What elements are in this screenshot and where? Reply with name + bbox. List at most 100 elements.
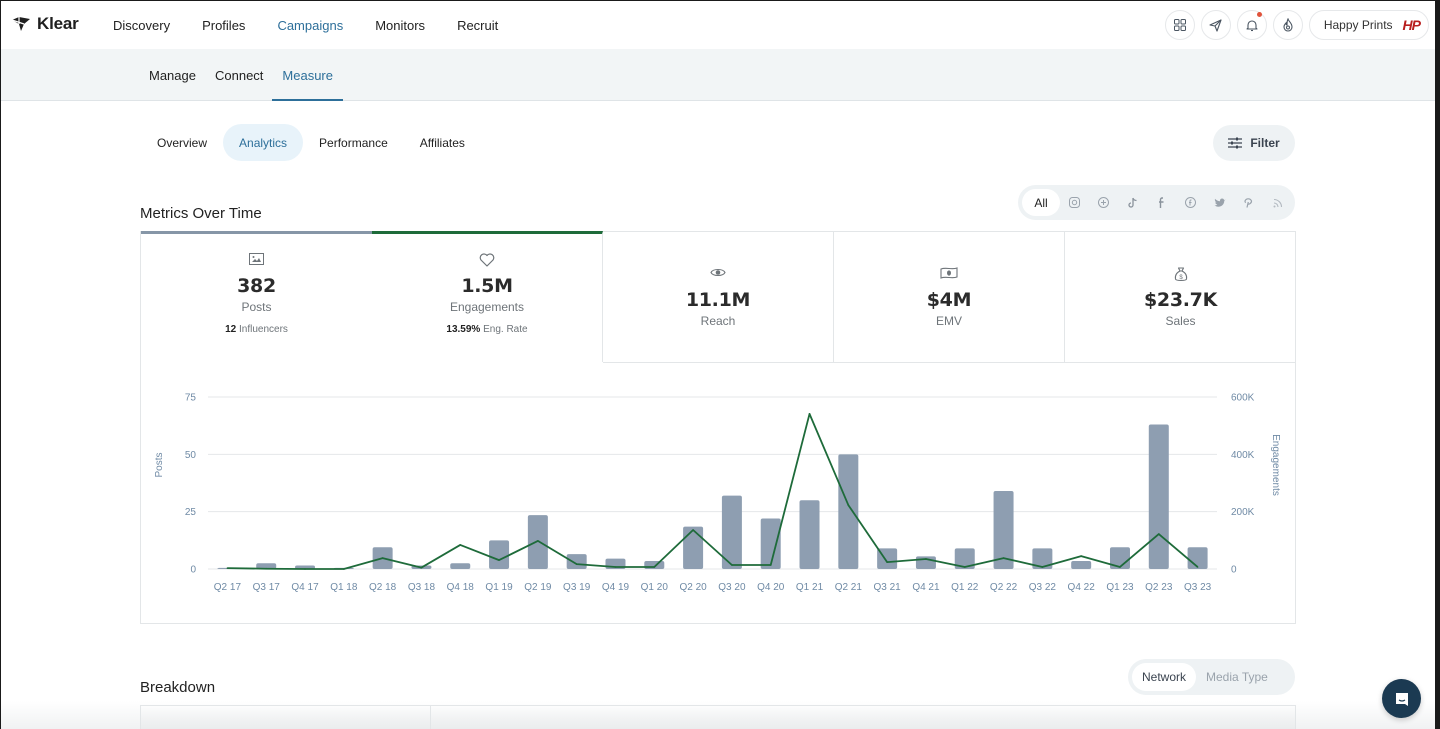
metric-emv[interactable]: $4M EMV: [834, 232, 1065, 363]
nav-discovery[interactable]: Discovery: [113, 18, 170, 33]
point-engagements[interactable]: [692, 529, 694, 531]
x-tick-label: Q4 21: [912, 582, 940, 593]
point-engagements[interactable]: [847, 504, 850, 506]
network-instagram[interactable]: [1060, 189, 1089, 216]
point-engagements[interactable]: [343, 568, 345, 570]
point-engagements[interactable]: [614, 566, 617, 568]
x-tick-label: Q1 21: [796, 582, 824, 593]
point-engagements[interactable]: [963, 566, 966, 568]
x-tick-label: Q3 22: [1029, 582, 1057, 593]
facebook-icon: [1159, 197, 1164, 208]
tab-overview[interactable]: Overview: [141, 124, 223, 161]
bar-posts[interactable]: [683, 526, 704, 569]
bar-posts[interactable]: [566, 554, 587, 569]
tab-affiliates[interactable]: Affiliates: [404, 124, 481, 161]
point-engagements[interactable]: [420, 566, 423, 569]
metric-engagements-sub: 13.59% Eng. Rate: [372, 324, 602, 335]
account-logo: HP: [1402, 17, 1421, 33]
point-engagements[interactable]: [1196, 566, 1199, 568]
nav-profiles[interactable]: Profiles: [202, 18, 245, 33]
metrics-card: 382 Posts 12 Influencers 1.5M Engagement…: [140, 231, 1296, 624]
threads-icon: [1098, 197, 1109, 208]
point-engagements[interactable]: [731, 564, 733, 566]
x-tick-label: Q2 23: [1145, 582, 1173, 593]
bar-posts[interactable]: [838, 454, 859, 569]
point-engagements[interactable]: [575, 563, 578, 565]
point-engagements[interactable]: [459, 544, 462, 546]
metric-sales-label: Sales: [1165, 314, 1196, 328]
metric-posts[interactable]: 382 Posts 12 Influencers: [141, 231, 372, 362]
metric-reach-value: 11.1M: [685, 289, 751, 311]
point-engagements[interactable]: [886, 561, 888, 563]
point-engagements[interactable]: [381, 557, 384, 559]
x-tick-label: Q4 22: [1068, 582, 1096, 593]
x-tick-label: Q4 18: [447, 582, 475, 593]
point-engagements[interactable]: [498, 559, 500, 561]
point-engagements[interactable]: [226, 567, 229, 569]
filter-button[interactable]: Filter: [1213, 125, 1295, 161]
subnav-manage[interactable]: Manage: [149, 49, 196, 101]
point-engagements[interactable]: [925, 558, 927, 560]
account-switcher[interactable]: Happy Prints HP: [1308, 10, 1429, 40]
x-tick-label: Q3 20: [718, 582, 746, 593]
network-twitter[interactable]: [1205, 189, 1234, 216]
point-engagements[interactable]: [265, 567, 268, 570]
klear-logo[interactable]: Klear: [11, 14, 79, 34]
point-engagements[interactable]: [769, 564, 772, 566]
bar-posts[interactable]: [1187, 547, 1208, 569]
x-tick-label: Q2 22: [990, 582, 1018, 593]
metric-engagements[interactable]: 1.5M Engagements 13.59% Eng. Rate: [372, 231, 603, 362]
point-engagements[interactable]: [1002, 557, 1005, 559]
point-engagements[interactable]: [304, 568, 306, 570]
metric-reach[interactable]: 11.1M Reach: [603, 232, 834, 363]
metrics-chart: 0 25 50 75 0 200K 400K 600K Q2 17 Q3 17 Q4 17 Q1 …: [141, 363, 1295, 623]
nav-campaigns[interactable]: Campaigns: [277, 18, 343, 33]
top-right-actions: Happy Prints HP: [1164, 10, 1429, 40]
network-facebook[interactable]: [1147, 189, 1176, 216]
activity-button[interactable]: [1272, 10, 1303, 40]
x-tick-label: Q3 17: [253, 582, 281, 593]
bar-posts[interactable]: [1071, 560, 1092, 569]
apps-button[interactable]: [1164, 10, 1195, 40]
eye-icon: [710, 268, 726, 277]
subnav-connect[interactable]: Connect: [215, 49, 263, 101]
network-blog[interactable]: [1263, 189, 1292, 216]
influencer-label: Influencers: [238, 324, 288, 335]
point-engagements[interactable]: [1080, 555, 1082, 557]
send-button[interactable]: [1200, 10, 1231, 40]
subnav-measure[interactable]: Measure: [272, 49, 343, 101]
metric-engagements-label: Engagements: [449, 300, 525, 314]
influencer-count: 12: [225, 324, 237, 335]
network-filter: All: [1018, 185, 1295, 220]
network-facebook-page[interactable]: [1176, 189, 1205, 216]
bar-posts[interactable]: [799, 500, 820, 569]
metrics-over-time-title: Metrics Over Time: [140, 205, 262, 222]
bar-posts[interactable]: [489, 540, 510, 569]
point-engagements[interactable]: [1119, 566, 1121, 568]
point-engagements[interactable]: [1041, 566, 1044, 568]
point-engagements[interactable]: [808, 413, 811, 415]
eng-rate-value: 13.59%: [446, 324, 481, 335]
nav-monitors[interactable]: Monitors: [375, 18, 425, 33]
x-tick-label: Q2 21: [835, 582, 863, 593]
chat-support-button[interactable]: [1382, 679, 1421, 718]
bar-posts[interactable]: [527, 515, 548, 569]
bar-posts[interactable]: [1148, 424, 1169, 569]
point-engagements[interactable]: [537, 540, 539, 542]
metric-sales[interactable]: $ $23.7K Sales: [1065, 232, 1296, 363]
network-pinterest[interactable]: [1234, 189, 1263, 216]
network-threads[interactable]: [1089, 189, 1118, 216]
x-tick-label: Q1 18: [330, 582, 358, 593]
network-tiktok[interactable]: [1118, 189, 1147, 216]
point-engagements[interactable]: [653, 566, 656, 568]
bar-posts[interactable]: [450, 563, 471, 569]
tab-analytics[interactable]: Analytics: [223, 124, 304, 161]
nav-recruit[interactable]: Recruit: [457, 18, 498, 33]
breakdown-network[interactable]: Network: [1132, 663, 1197, 691]
network-all[interactable]: All: [1022, 189, 1060, 216]
notifications-button[interactable]: [1236, 10, 1267, 40]
point-engagements[interactable]: [1157, 533, 1160, 535]
tab-performance[interactable]: Performance: [303, 124, 404, 161]
eng-rate-label: Eng. Rate: [483, 324, 528, 335]
breakdown-media-type[interactable]: Media Type: [1196, 663, 1278, 691]
